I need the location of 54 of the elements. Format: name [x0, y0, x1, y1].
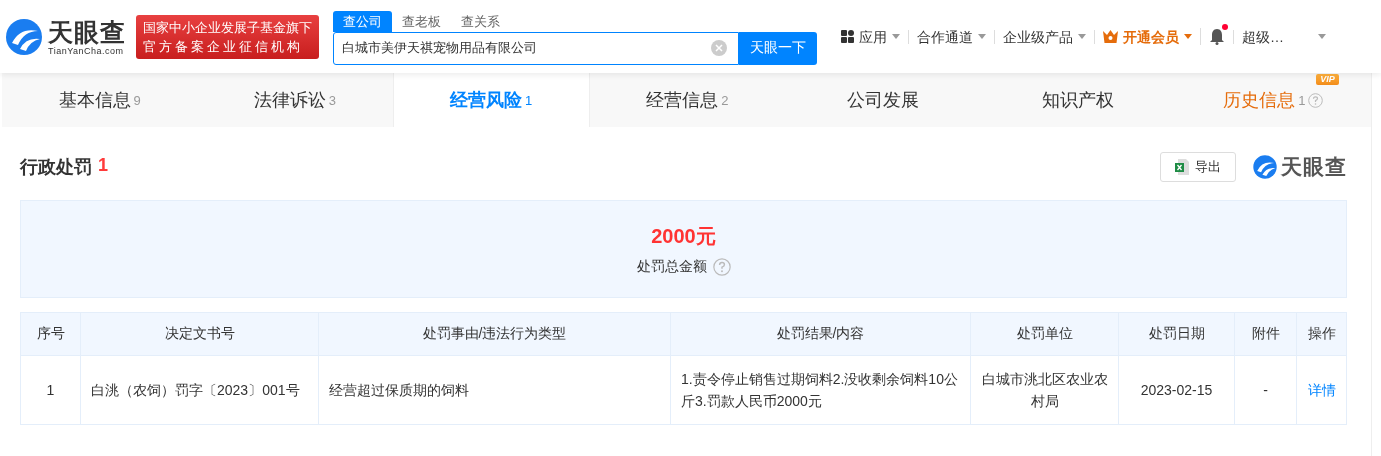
user-name[interactable]: 超级…: [1242, 29, 1284, 44]
total-amount: 2000元: [651, 223, 716, 249]
logo-icon: [1252, 154, 1278, 180]
detail-link[interactable]: 详情: [1307, 382, 1336, 398]
excel-icon: [1175, 159, 1189, 175]
table-cell: -: [1234, 355, 1297, 425]
logo-text: 天眼查: [1281, 154, 1347, 180]
column-header: 序号: [20, 312, 81, 356]
caret-icon: [1078, 34, 1086, 39]
export-button[interactable]: 导出: [1160, 152, 1236, 182]
nav-link[interactable]: 应用: [859, 29, 887, 44]
section-title: 行政处罚: [20, 156, 92, 179]
table-cell: 经营超过保质期的饲料: [318, 355, 671, 425]
tab[interactable]: 知识产权: [980, 73, 1176, 127]
search-tab[interactable]: 查老板: [392, 10, 451, 32]
tab[interactable]: 基本信息 9: [2, 73, 198, 127]
column-header: 处罚事由/违法行为类型: [318, 312, 671, 356]
help-icon[interactable]: [712, 257, 731, 276]
logo-domain: TianYanCha.com: [48, 45, 125, 56]
table-cell: 白城市洮北区农业农村局: [970, 355, 1119, 425]
table-cell: 白洮（农饲）罚字〔2023〕001号: [80, 355, 319, 425]
column-header: 处罚结果/内容: [670, 312, 971, 356]
logo-text: 天眼查: [48, 17, 126, 46]
nav-link[interactable]: 合作通道: [917, 29, 973, 44]
column-header: 处罚日期: [1118, 312, 1235, 356]
table-cell: 2023-02-15: [1118, 355, 1235, 425]
search-field[interactable]: 白城市美伊天祺宠物用品有限公司: [333, 31, 739, 65]
tab[interactable]: 经营信息 2: [589, 73, 786, 127]
search-tab[interactable]: 查公司: [333, 10, 392, 32]
crown-icon: [1103, 30, 1118, 43]
apps-icon: [841, 30, 854, 43]
banner: 国家中小企业发展子基金旗下 官方备案企业征信机构: [136, 14, 319, 59]
help-icon[interactable]: [1308, 92, 1324, 108]
tab[interactable]: 法律诉讼 3: [197, 73, 393, 127]
vip-badge: VIP: [1316, 74, 1339, 85]
caret-icon: [892, 34, 900, 39]
table-cell: 1.责令停止销售过期饲料2.没收剩余饲料10公斤3.罚款人民币2000元: [670, 355, 971, 425]
caret-icon: [1318, 34, 1326, 39]
logo-icon: [4, 16, 44, 57]
search-button[interactable]: 天眼一下: [739, 31, 817, 65]
column-header: 决定文书号: [80, 312, 319, 356]
nav-link[interactable]: 企业级产品: [1003, 29, 1073, 44]
column-header: 操作: [1296, 312, 1347, 356]
clear-icon[interactable]: [711, 39, 727, 56]
caret-icon: [978, 34, 986, 39]
total-label: 处罚总金额: [636, 257, 707, 276]
column-header: 处罚单位: [970, 312, 1119, 356]
search-tab[interactable]: 查关系: [451, 10, 510, 32]
section-count: 1: [98, 155, 108, 177]
tab[interactable]: 经营风险 1: [392, 73, 590, 127]
column-header: 附件: [1234, 312, 1297, 356]
table-cell: 1: [20, 355, 81, 425]
tab[interactable]: 公司发展: [785, 73, 981, 127]
caret-icon: [1184, 34, 1192, 39]
